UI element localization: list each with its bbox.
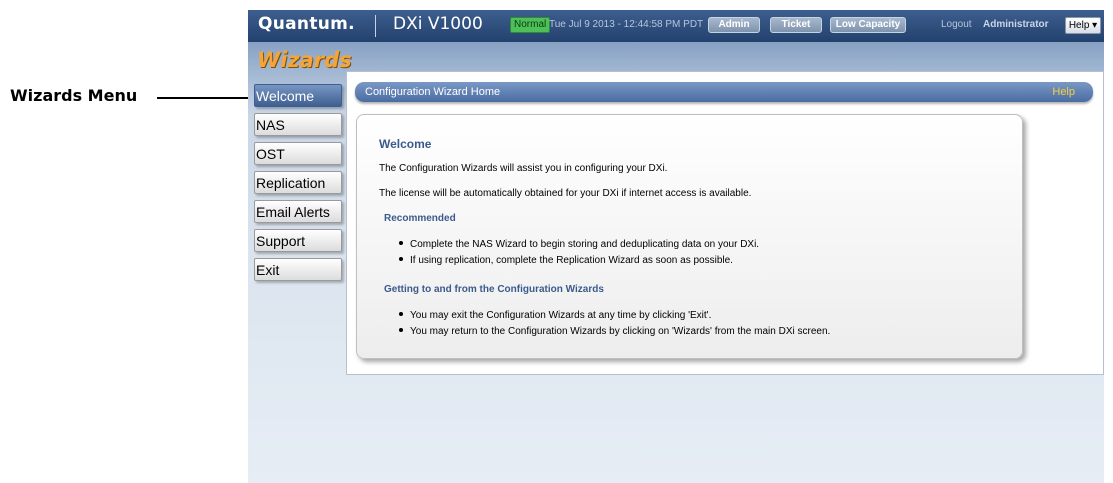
ticket-button[interactable]: Ticket <box>770 17 822 33</box>
list-item-text: If using replication, complete the Repli… <box>410 255 733 266</box>
content-title: Configuration Wizard Home <box>365 86 501 98</box>
list-item: If using replication, complete the Repli… <box>399 255 733 266</box>
bullet-icon <box>399 312 403 317</box>
intro-text: The Configuration Wizards will assist yo… <box>379 163 668 174</box>
license-text: The license will be automatically obtain… <box>379 188 752 199</box>
menu-item-exit[interactable]: Exit <box>254 258 342 281</box>
menu-item-replication[interactable]: Replication <box>254 171 342 194</box>
recommended-heading: Recommended <box>384 213 456 224</box>
brand-divider <box>375 15 376 37</box>
list-item-text: Complete the NAS Wizard to begin storing… <box>410 239 760 250</box>
list-item-text: You may return to the Configuration Wiza… <box>410 326 831 337</box>
getting-heading: Getting to and from the Configuration Wi… <box>384 284 604 295</box>
bullet-icon <box>399 328 403 333</box>
wizards-menu-callout: Wizards Menu <box>10 86 138 105</box>
welcome-panel: Welcome The Configuration Wizards will a… <box>356 114 1023 359</box>
user-name: Administrator <box>983 19 1049 30</box>
list-item: You may return to the Configuration Wiza… <box>399 326 830 337</box>
status-badge[interactable]: Normal <box>510 17 551 33</box>
low-capacity-button[interactable]: Low Capacity <box>830 17 906 33</box>
menu-item-support[interactable]: Support <box>254 229 342 252</box>
menu-item-welcome[interactable]: Welcome <box>254 84 342 107</box>
menu-item-ost[interactable]: OST <box>254 142 342 165</box>
admin-button[interactable]: Admin <box>708 17 760 33</box>
list-item: You may exit the Configuration Wizards a… <box>399 310 711 321</box>
datetime-text: Tue Jul 9 2013 - 12:44:58 PM PDT <box>549 19 704 30</box>
list-item: Complete the NAS Wizard to begin storing… <box>399 239 759 250</box>
brand-logo: Quantum. <box>258 14 355 34</box>
content-header: Configuration Wizard Home Help <box>355 82 1093 102</box>
bullet-icon <box>399 257 403 262</box>
help-menu-button[interactable]: Help ▾ <box>1065 17 1101 34</box>
callout-line <box>157 97 262 99</box>
list-item-text: You may exit the Configuration Wizards a… <box>410 310 712 321</box>
top-bar: Quantum. DXi V1000 Normal Tue Jul 9 2013… <box>248 10 1104 42</box>
logout-link[interactable]: Logout <box>941 19 972 30</box>
content-help-link[interactable]: Help <box>1052 86 1075 98</box>
app-window: Quantum. DXi V1000 Normal Tue Jul 9 2013… <box>248 10 1104 483</box>
wizards-menu: Welcome NAS OST Replication Email Alerts… <box>254 84 342 287</box>
menu-item-nas[interactable]: NAS <box>254 113 342 136</box>
welcome-heading: Welcome <box>379 137 432 151</box>
bullet-icon <box>399 241 403 246</box>
menu-item-email-alerts[interactable]: Email Alerts <box>254 200 342 223</box>
content-area: Configuration Wizard Home Help Welcome T… <box>346 71 1104 375</box>
product-name: DXi V1000 <box>393 14 483 34</box>
page-title: Wizards <box>257 48 352 72</box>
